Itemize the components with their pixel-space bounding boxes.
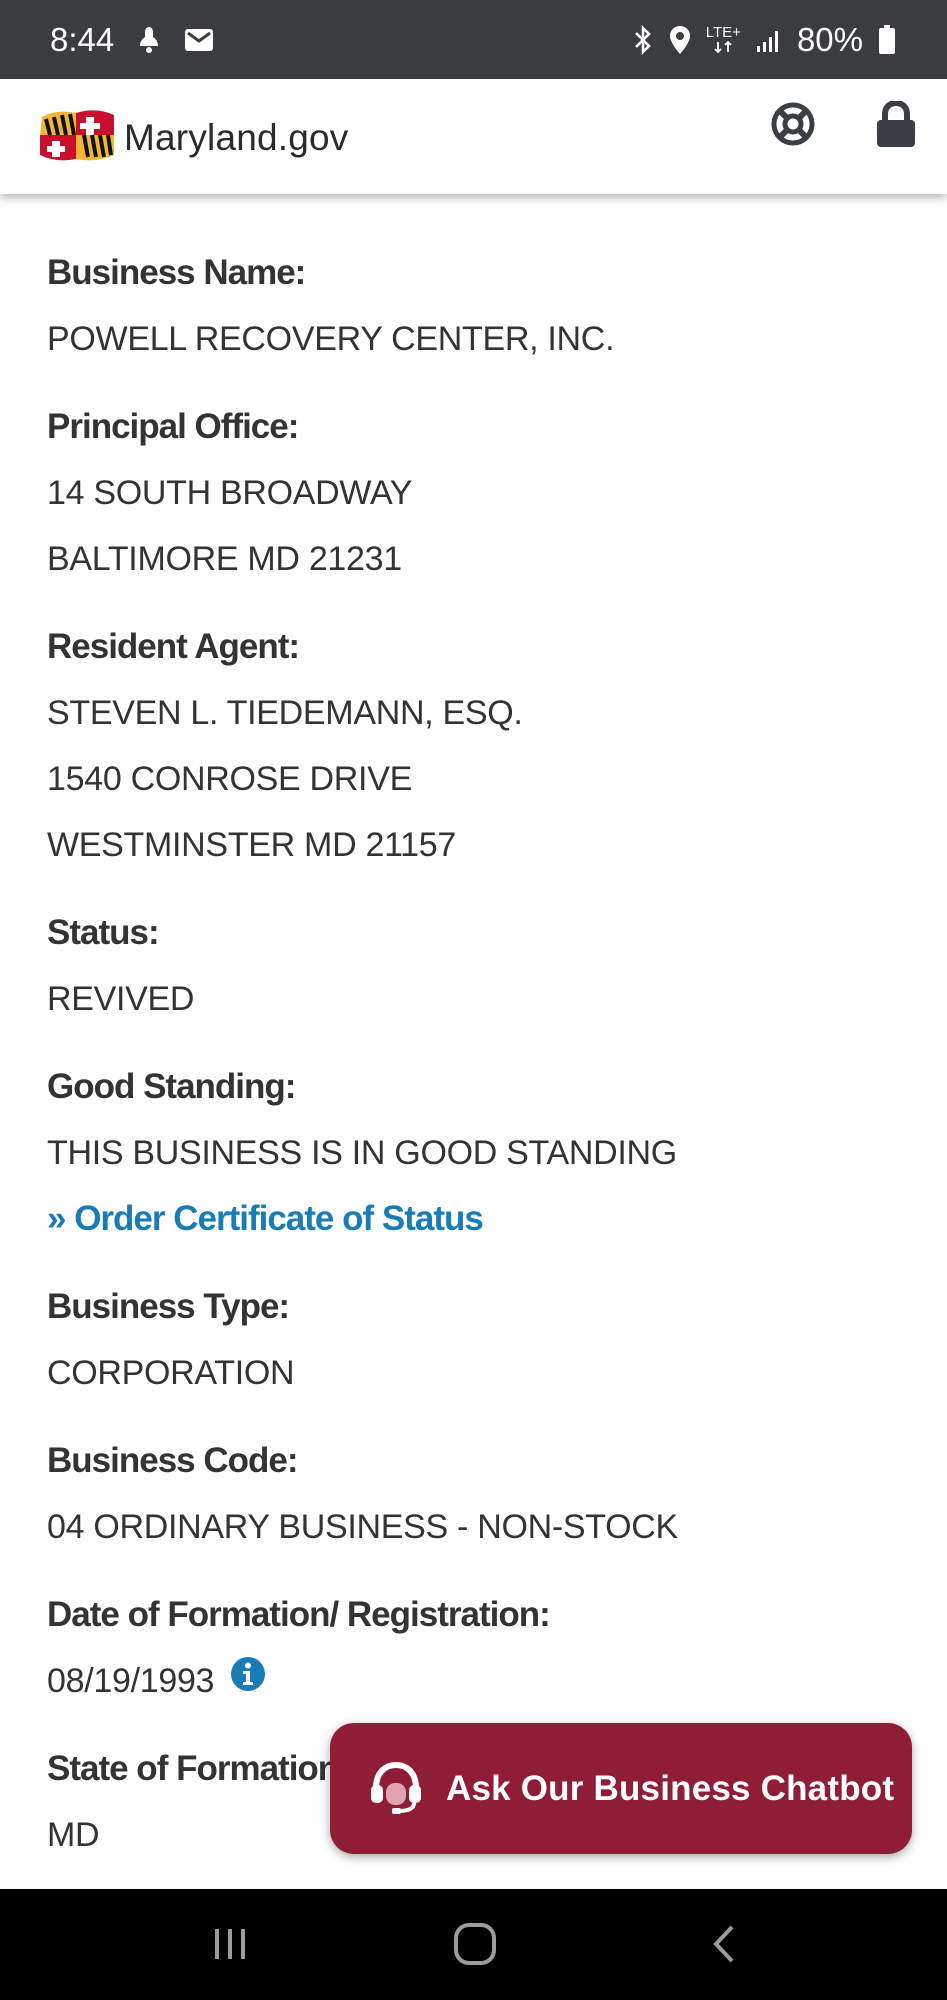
date-of-formation-value: 08/19/1993 bbox=[47, 1662, 215, 1700]
network-icon: LTE+ bbox=[706, 25, 741, 54]
chatbot-label: Ask Our Business Chatbot bbox=[446, 1768, 895, 1808]
date-of-formation-row: 08/19/1993 bbox=[47, 1648, 900, 1714]
principal-office-line: 14 SOUTH BROADWAY bbox=[47, 474, 413, 512]
field-business-code: Business Code: 04 ORDINARY BUSINESS - NO… bbox=[47, 1428, 900, 1560]
resident-agent-line: STEVEN L. TIEDEMANN, ESQ. bbox=[47, 694, 523, 732]
field-resident-agent: Resident Agent: STEVEN L. TIEDEMANN, ESQ… bbox=[47, 614, 900, 878]
resident-agent-line: 1540 CONROSE DRIVE bbox=[47, 760, 412, 798]
business-code-value: 04 ORDINARY BUSINESS - NON-STOCK bbox=[47, 1508, 678, 1546]
principal-office-label: Principal Office: bbox=[47, 407, 299, 446]
business-type-label: Business Type: bbox=[47, 1287, 290, 1326]
info-icon[interactable] bbox=[230, 1648, 266, 1714]
field-principal-office: Principal Office: 14 SOUTH BROADWAY BALT… bbox=[47, 394, 900, 592]
business-details: Business Name: POWELL RECOVERY CENTER, I… bbox=[47, 240, 900, 1890]
resident-agent-line: WESTMINSTER MD 21157 bbox=[47, 826, 457, 864]
order-certificate-link[interactable]: » Order Certificate of Status bbox=[47, 1186, 484, 1252]
site-header: Maryland.gov bbox=[0, 79, 947, 194]
headset-icon bbox=[366, 1756, 426, 1821]
location-icon bbox=[668, 24, 692, 56]
status-bar: 8:44 LTE+ 80% bbox=[0, 0, 947, 79]
business-code-label: Business Code: bbox=[47, 1441, 299, 1480]
date-of-formation-label: Date of Formation/ Registration: bbox=[47, 1595, 551, 1634]
good-standing-value: THIS BUSINESS IS IN GOOD STANDING bbox=[47, 1134, 677, 1172]
status-time: 8:44 bbox=[50, 20, 115, 58]
field-business-name: Business Name: POWELL RECOVERY CENTER, I… bbox=[47, 240, 900, 372]
navigation-bar bbox=[0, 1889, 947, 2000]
status-value: REVIVED bbox=[47, 980, 195, 1018]
field-status: Status: REVIVED bbox=[47, 900, 900, 1032]
signal-icon bbox=[755, 26, 783, 54]
business-name-value: POWELL RECOVERY CENTER, INC. bbox=[47, 320, 615, 358]
status-label: Status: bbox=[47, 913, 160, 952]
field-business-type: Business Type: CORPORATION bbox=[47, 1274, 900, 1406]
principal-office-line: BALTIMORE MD 21231 bbox=[47, 540, 402, 578]
business-type-value: CORPORATION bbox=[47, 1354, 295, 1392]
help-icon[interactable] bbox=[770, 101, 816, 152]
back-button[interactable] bbox=[700, 1919, 750, 1974]
resident-agent-label: Resident Agent: bbox=[47, 627, 300, 666]
battery-text: 80% bbox=[796, 20, 863, 58]
bluetooth-icon bbox=[632, 24, 654, 56]
lock-icon[interactable] bbox=[875, 99, 917, 154]
field-date-of-formation: Date of Formation/ Registration: 08/19/1… bbox=[47, 1582, 900, 1714]
recent-apps-button[interactable] bbox=[205, 1919, 255, 1974]
business-name-label: Business Name: bbox=[47, 253, 306, 292]
good-standing-label: Good Standing: bbox=[47, 1067, 296, 1106]
chatbot-button[interactable]: Ask Our Business Chatbot bbox=[330, 1723, 912, 1854]
battery-icon bbox=[877, 24, 897, 56]
maryland-gov-logo[interactable]: Maryland.gov bbox=[36, 107, 349, 168]
maryland-flag-icon bbox=[36, 107, 116, 168]
home-button[interactable] bbox=[450, 1919, 500, 1974]
field-good-standing: Good Standing: THIS BUSINESS IS IN GOOD … bbox=[47, 1054, 900, 1252]
notification-icon bbox=[136, 25, 162, 55]
brand-name: Maryland.gov bbox=[124, 116, 349, 158]
mail-icon bbox=[184, 27, 214, 53]
